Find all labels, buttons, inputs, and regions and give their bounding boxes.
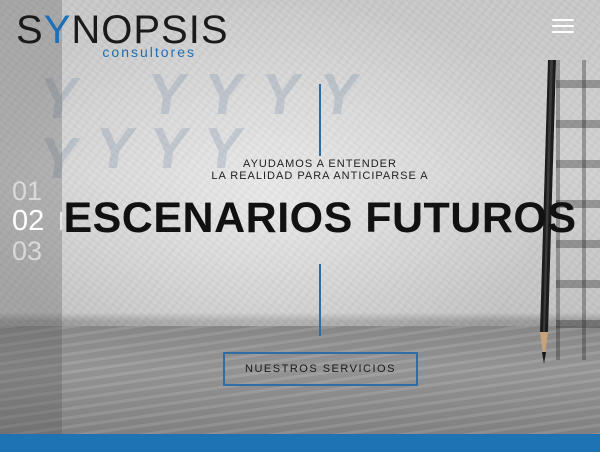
services-button[interactable]: NUESTROS SERVICIOS <box>223 352 418 386</box>
logo-letter-s: S <box>16 8 44 52</box>
slide-navigation: 01 02 03 <box>12 176 62 266</box>
slide-indicator-02[interactable]: 02 <box>12 206 52 236</box>
bottom-accent-bar <box>0 434 600 452</box>
bottom-divider-line <box>319 264 321 336</box>
tagline-line-2: LA REALIDAD PARA ANTICIPARSE A <box>211 170 429 182</box>
tagline-line-1: AYUDAMOS A ENTENDER <box>243 158 397 170</box>
slide-indicator-03[interactable]: 03 <box>12 236 52 266</box>
hamburger-menu-icon[interactable] <box>552 18 574 34</box>
hero-headline: ESCENARIOS FUTUROS <box>63 194 577 242</box>
synopsis-logo[interactable]: SYNOPSIS consultores <box>16 8 228 60</box>
y-pattern-mark: Y <box>91 116 140 181</box>
top-navigation-bar: SYNOPSIS consultores <box>0 0 600 62</box>
logo-subtitle: consultores <box>102 44 196 60</box>
hero-tagline: AYUDAMOS A ENTENDER LA REALIDAD PARA ANT… <box>150 158 490 182</box>
top-divider-line <box>319 84 321 156</box>
slide-indicator-01[interactable]: 01 <box>12 176 52 206</box>
y-pattern-mark: Y <box>257 62 306 127</box>
y-pattern-mark: Y <box>315 62 364 127</box>
logo-letter-y: Y <box>43 8 72 52</box>
